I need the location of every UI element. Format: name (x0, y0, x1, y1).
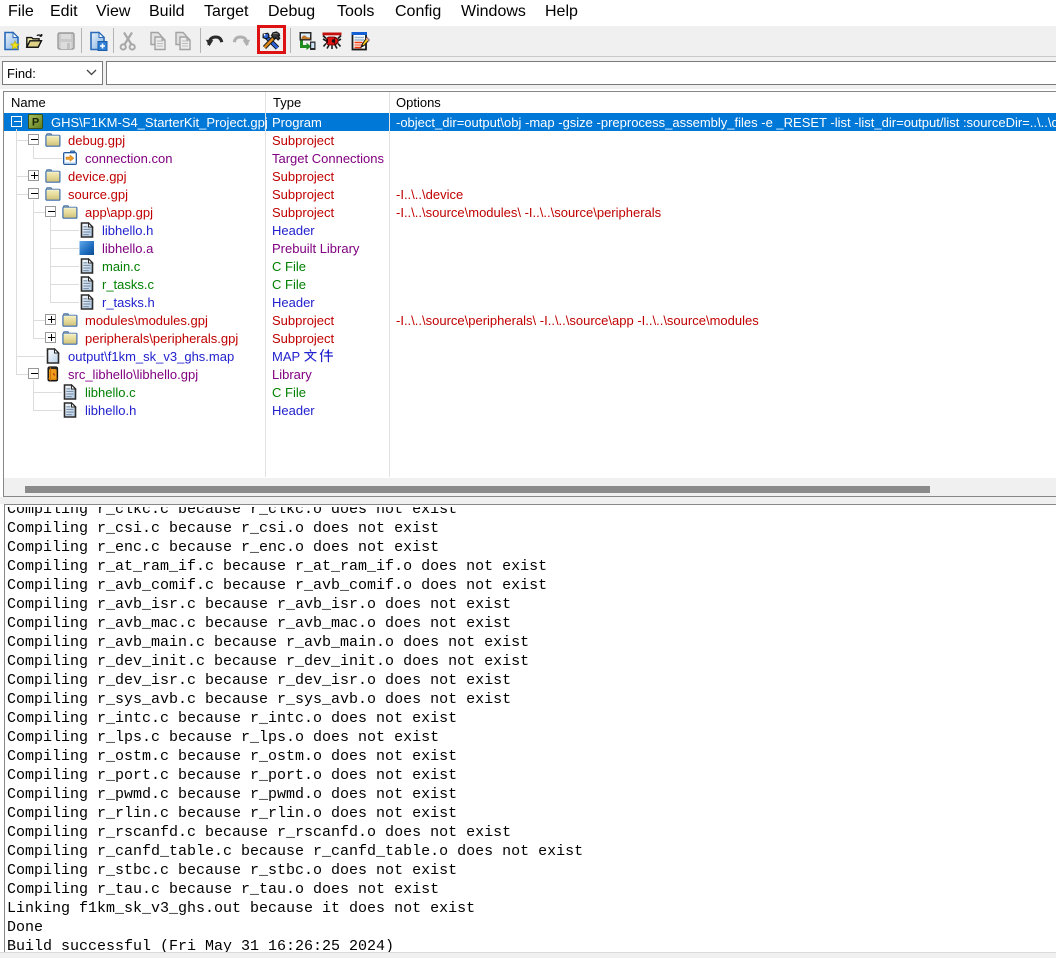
svg-text:P: P (32, 117, 39, 129)
